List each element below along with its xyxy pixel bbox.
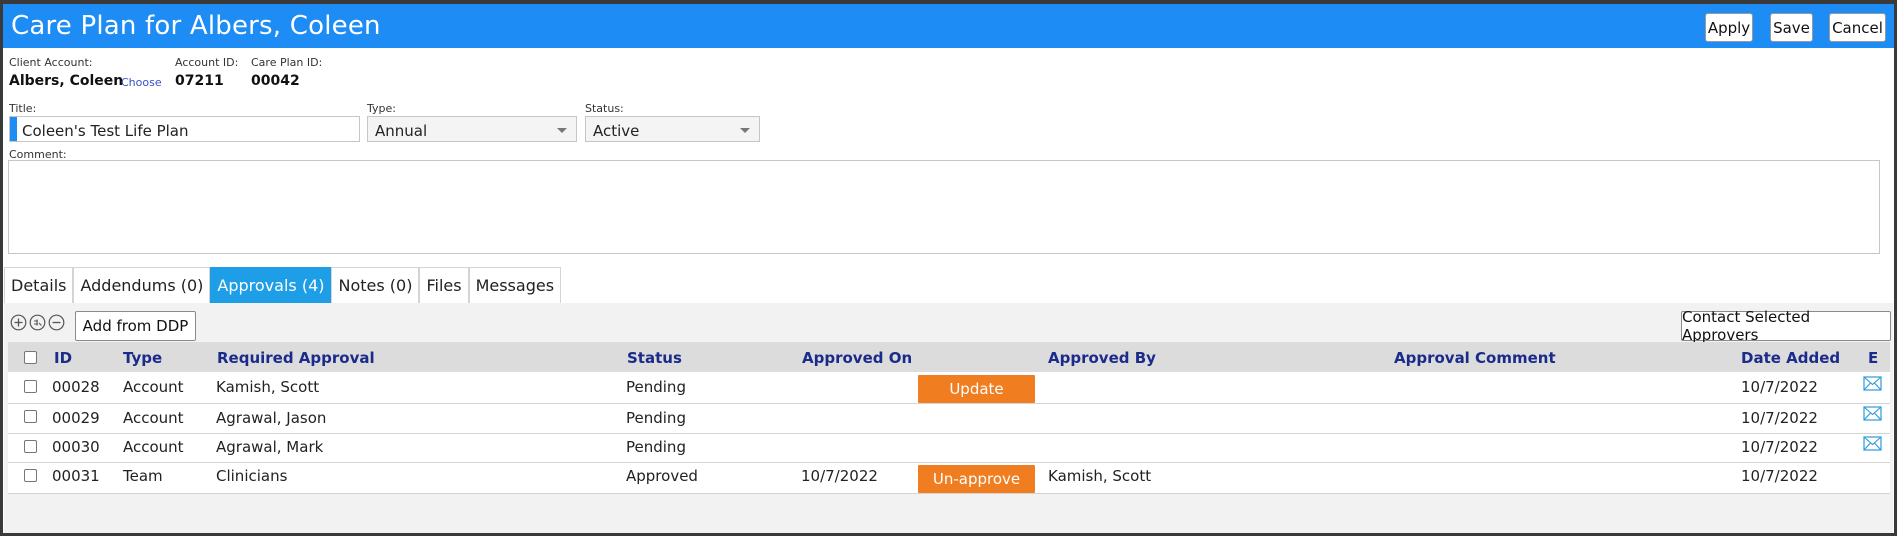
add-from-ddp-button[interactable]: Add from DDP xyxy=(75,311,196,341)
tab-details[interactable]: Details xyxy=(4,267,74,303)
tab-approvals[interactable]: Approvals (4) xyxy=(210,267,332,303)
page-title: Care Plan for Albers, Coleen xyxy=(11,11,381,41)
column-header-type[interactable]: Type xyxy=(123,349,162,367)
client-account-label: Client Account: xyxy=(9,56,93,69)
cancel-button[interactable]: Cancel xyxy=(1829,13,1886,42)
account-id-value: 07211 xyxy=(175,73,224,89)
column-header-approval-comment[interactable]: Approval Comment xyxy=(1394,349,1556,367)
row-status: Pending xyxy=(626,409,686,427)
add-circle-icon[interactable] xyxy=(10,314,27,331)
contact-selected-approvers-button[interactable]: Contact Selected Approvers xyxy=(1681,308,1891,344)
row-status: Pending xyxy=(626,438,686,456)
tab-notes[interactable]: Notes (0) xyxy=(331,267,420,303)
chevron-down-icon xyxy=(740,128,750,133)
table-row[interactable]: 00028 Account Kamish, Scott Pending Upda… xyxy=(8,372,1890,404)
table-header: ID Type Required Approval Status Approve… xyxy=(8,342,1890,372)
row-id: 00030 xyxy=(52,438,100,456)
row-date-added: 10/7/2022 xyxy=(1741,438,1818,456)
row-type: Account xyxy=(123,378,184,396)
apply-button[interactable]: Apply xyxy=(1705,13,1753,42)
row-type: Team xyxy=(123,467,163,485)
focus-accent xyxy=(10,117,17,141)
tab-messages[interactable]: Messages xyxy=(468,267,562,303)
approvals-table: ID Type Required Approval Status Approve… xyxy=(8,342,1890,494)
account-id-label: Account ID: xyxy=(175,56,239,69)
row-checkbox[interactable] xyxy=(24,469,37,482)
tab-bar: Details Addendums (0) Approvals (4) Note… xyxy=(4,267,562,303)
type-label: Type: xyxy=(367,102,396,115)
row-status: Approved xyxy=(626,467,698,485)
save-button[interactable]: Save xyxy=(1770,13,1813,42)
care-plan-id-value: 00042 xyxy=(251,73,300,89)
row-date-added: 10/7/2022 xyxy=(1741,467,1818,485)
column-header-approved-by[interactable]: Approved By xyxy=(1048,349,1156,367)
type-select-value: Annual xyxy=(375,122,428,140)
row-required-approval: Clinicians xyxy=(216,467,288,485)
tab-addendums[interactable]: Addendums (0) xyxy=(73,267,211,303)
column-header-email[interactable]: E xyxy=(1868,349,1878,367)
column-header-date-added[interactable]: Date Added xyxy=(1741,349,1840,367)
row-checkbox[interactable] xyxy=(24,380,37,393)
comment-textarea[interactable] xyxy=(8,160,1880,254)
column-header-status[interactable]: Status xyxy=(627,349,682,367)
envelope-icon[interactable] xyxy=(1863,435,1882,452)
row-required-approval: Agrawal, Jason xyxy=(216,409,327,427)
tab-files[interactable]: Files xyxy=(419,267,469,303)
update-button[interactable]: Update xyxy=(918,375,1035,403)
column-header-approved-on[interactable]: Approved On xyxy=(802,349,912,367)
table-row[interactable]: 00030 Account Agrawal, Mark Pending 10/7… xyxy=(8,434,1890,463)
table-row[interactable]: 00029 Account Agrawal, Jason Pending 10/… xyxy=(8,404,1890,434)
row-approved-on: 10/7/2022 xyxy=(801,467,878,485)
title-bar: Care Plan for Albers, Coleen Apply Save … xyxy=(3,4,1894,48)
select-all-checkbox[interactable] xyxy=(24,351,37,364)
title-field-value: Coleen's Test Life Plan xyxy=(22,122,189,140)
row-status: Pending xyxy=(626,378,686,396)
type-select[interactable]: Annual xyxy=(367,116,577,142)
envelope-icon[interactable] xyxy=(1863,375,1882,392)
row-checkbox[interactable] xyxy=(24,440,37,453)
row-type: Account xyxy=(123,438,184,456)
status-select-value: Active xyxy=(593,122,640,140)
title-field[interactable]: Coleen's Test Life Plan xyxy=(9,116,360,142)
row-id: 00029 xyxy=(52,409,100,427)
row-approved-by: Kamish, Scott xyxy=(1048,467,1152,485)
row-date-added: 10/7/2022 xyxy=(1741,409,1818,427)
row-type: Account xyxy=(123,409,184,427)
row-id: 00028 xyxy=(52,378,100,396)
row-id: 00031 xyxy=(52,467,100,485)
row-required-approval: Kamish, Scott xyxy=(216,378,320,396)
column-header-id[interactable]: ID xyxy=(54,349,72,367)
care-plan-id-label: Care Plan ID: xyxy=(251,56,323,69)
row-date-added: 10/7/2022 xyxy=(1741,378,1818,396)
link-circle-icon[interactable] xyxy=(29,314,46,331)
remove-circle-icon[interactable] xyxy=(48,314,65,331)
row-required-approval: Agrawal, Mark xyxy=(216,438,324,456)
column-header-required-approval[interactable]: Required Approval xyxy=(217,349,375,367)
row-checkbox[interactable] xyxy=(24,410,37,423)
chevron-down-icon xyxy=(557,128,567,133)
status-select[interactable]: Active xyxy=(585,116,760,142)
table-row[interactable]: 00031 Team Clinicians Approved 10/7/2022… xyxy=(8,463,1890,494)
title-label: Title: xyxy=(9,102,37,115)
choose-link[interactable]: Choose xyxy=(121,76,162,89)
un-approve-button[interactable]: Un-approve xyxy=(918,465,1035,493)
status-label: Status: xyxy=(585,102,624,115)
envelope-icon[interactable] xyxy=(1863,405,1882,422)
client-account-value: Albers, Coleen xyxy=(9,73,124,89)
